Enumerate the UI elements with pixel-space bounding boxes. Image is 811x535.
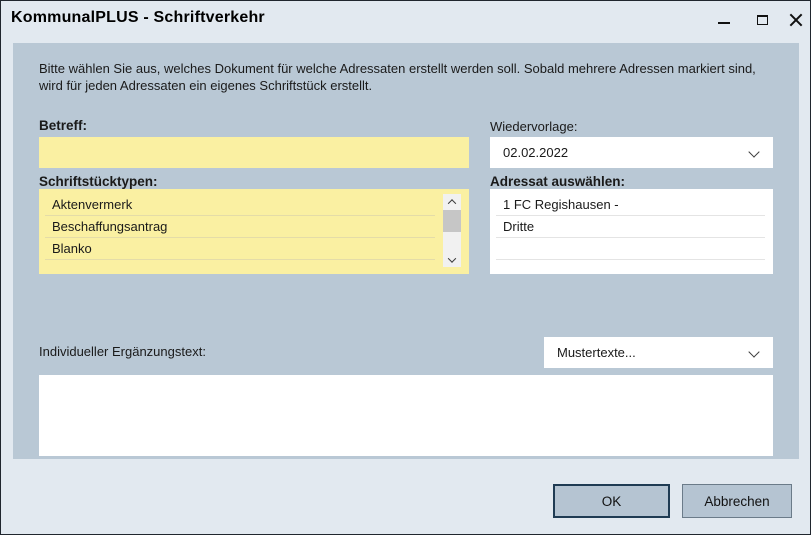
- ok-button-label: OK: [602, 494, 622, 509]
- maximize-icon: [757, 15, 768, 25]
- list-item[interactable]: Beschaffungsantrag: [45, 216, 435, 238]
- maximize-button[interactable]: [745, 5, 779, 35]
- chevron-up-icon: [448, 199, 456, 207]
- mustertexte-value: Mustertexte...: [557, 345, 636, 360]
- list-item[interactable]: [496, 238, 765, 260]
- list-item[interactable]: Blanko: [45, 238, 435, 260]
- chevron-down-icon: [448, 254, 456, 262]
- chevron-down-icon: [748, 346, 759, 357]
- ergaenzungstext-label: Individueller Ergänzungstext:: [39, 344, 206, 359]
- wiedervorlage-dropdown[interactable]: 02.02.2022: [490, 137, 773, 168]
- schriftstuecktypen-label: Schriftstücktypen:: [39, 174, 158, 189]
- close-button[interactable]: [779, 5, 811, 35]
- wiedervorlage-label: Wiedervorlage:: [490, 119, 577, 134]
- content-panel: Bitte wählen Sie aus, welches Dokument f…: [13, 43, 799, 459]
- minimize-icon: [718, 22, 730, 24]
- ok-button[interactable]: OK: [553, 484, 670, 518]
- chevron-down-icon: [748, 146, 759, 157]
- window-title: KommunalPLUS - Schriftverkehr: [11, 9, 265, 27]
- ergaenzungstext-textarea[interactable]: [39, 375, 773, 456]
- title-bar: KommunalPLUS - Schriftverkehr: [1, 1, 810, 43]
- betreff-input[interactable]: [39, 137, 469, 168]
- list-item[interactable]: 1 FC Regishausen -: [496, 194, 765, 216]
- scroll-down-button[interactable]: [443, 252, 461, 267]
- scrollbar-thumb[interactable]: [443, 210, 461, 232]
- betreff-label: Betreff:: [39, 118, 87, 133]
- scroll-up-button[interactable]: [443, 194, 461, 209]
- cancel-button[interactable]: Abbrechen: [682, 484, 792, 518]
- minimize-button[interactable]: [707, 5, 741, 35]
- wiedervorlage-value: 02.02.2022: [503, 145, 568, 160]
- schriftstuecktypen-listbox: Aktenvermerk Beschaffungsantrag Blanko: [39, 189, 469, 274]
- intro-text: Bitte wählen Sie aus, welches Dokument f…: [39, 60, 783, 94]
- cancel-button-label: Abbrechen: [704, 494, 769, 509]
- adressat-label: Adressat auswählen:: [490, 174, 625, 189]
- list-item[interactable]: Dritte: [496, 216, 765, 238]
- mustertexte-dropdown[interactable]: Mustertexte...: [544, 337, 773, 368]
- vertical-scrollbar[interactable]: [443, 194, 461, 267]
- list-item[interactable]: Aktenvermerk: [45, 194, 435, 216]
- close-icon: [788, 12, 804, 28]
- adressat-listbox: 1 FC Regishausen - Dritte: [490, 189, 773, 274]
- dialog-window: KommunalPLUS - Schriftverkehr Bitte wähl…: [0, 0, 811, 535]
